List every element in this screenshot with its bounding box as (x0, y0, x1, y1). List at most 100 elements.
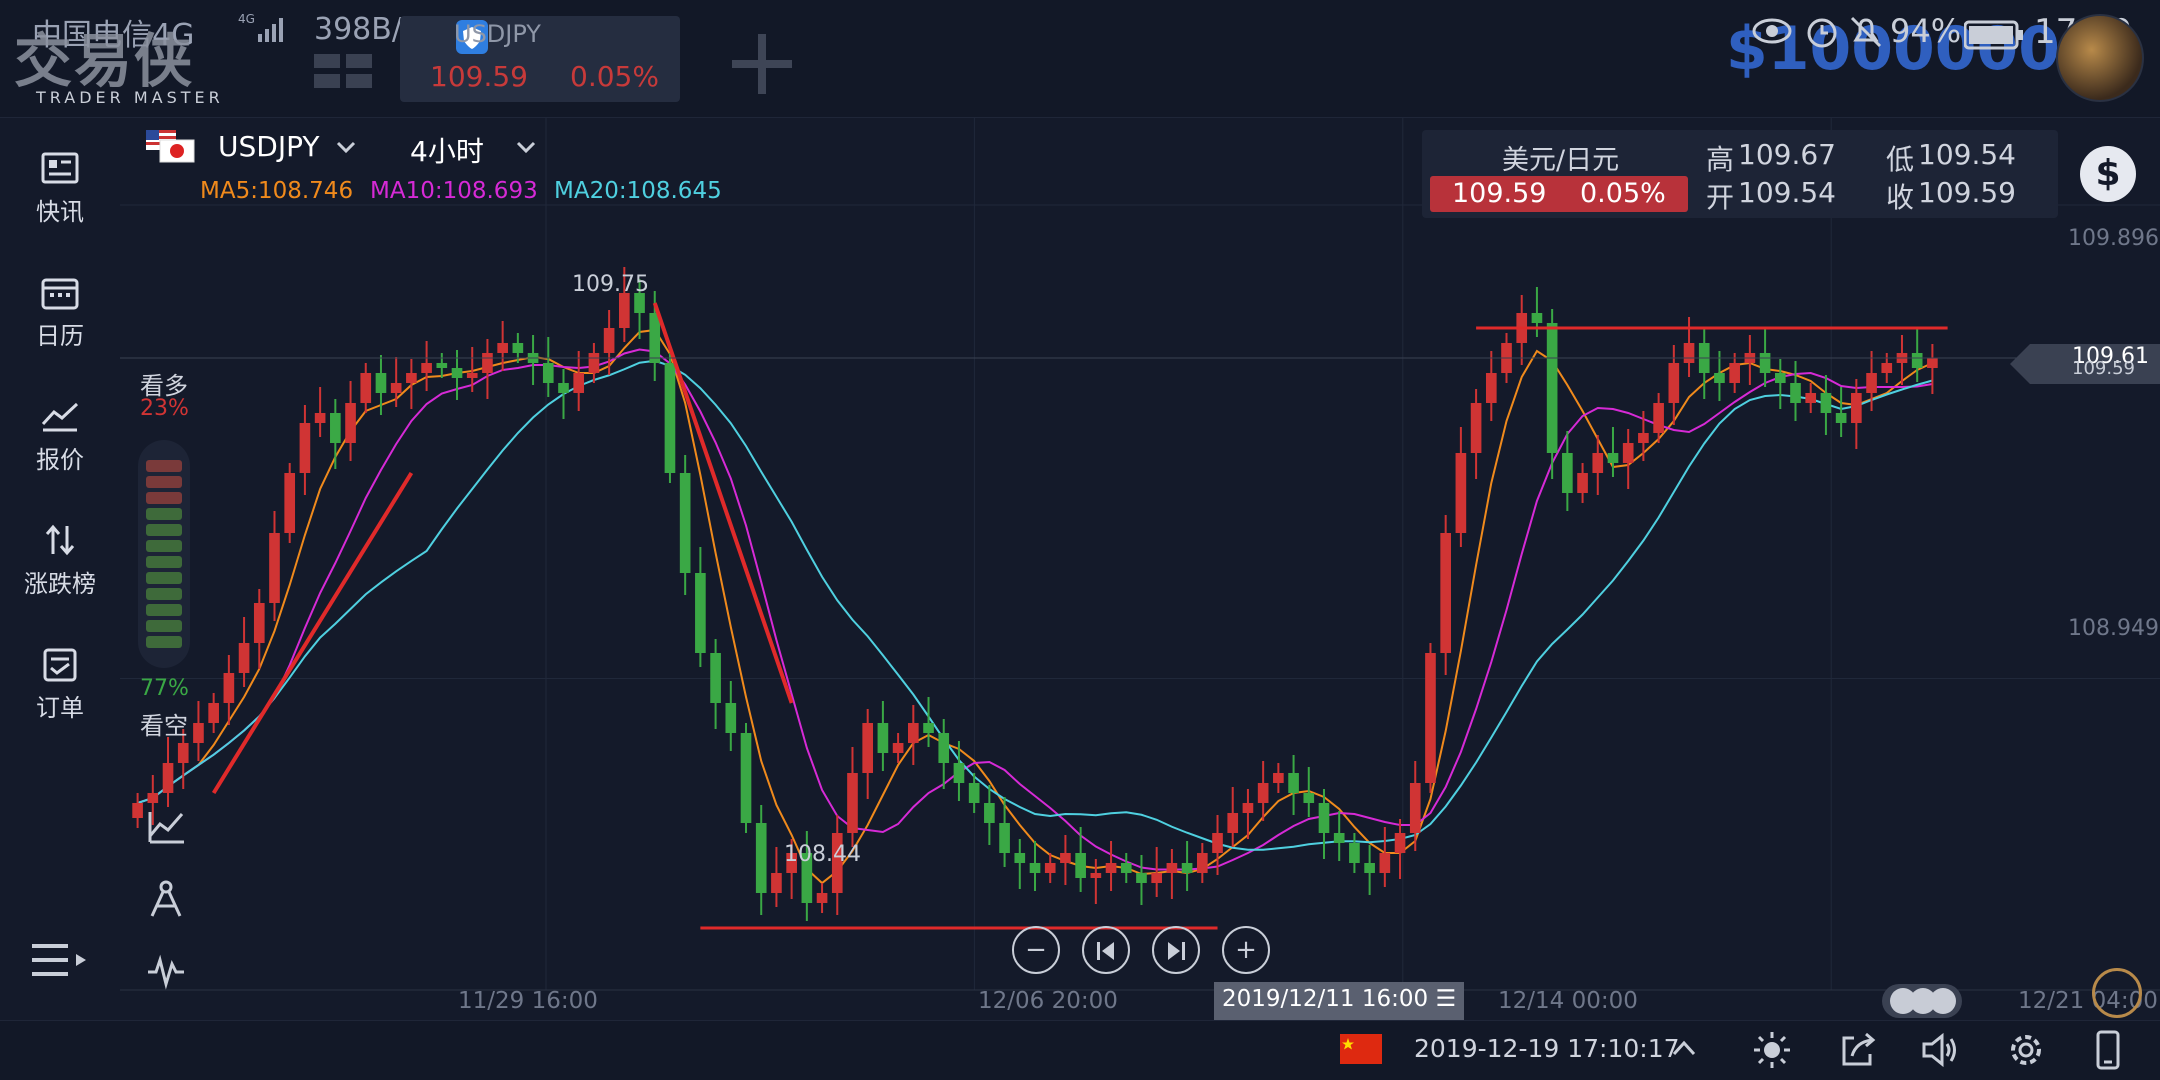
time-tick: 12/06 20:00 (978, 988, 1118, 1014)
candle-body (1303, 793, 1315, 803)
brightness-icon[interactable] (1752, 1030, 1792, 1074)
gauge-segment (146, 636, 182, 648)
candle-body (345, 403, 356, 443)
alarm-icon (1804, 14, 1840, 54)
candle-body (1577, 473, 1588, 493)
candle-body (1394, 833, 1406, 853)
zoom-out-button[interactable]: − (1012, 926, 1060, 974)
battery-icon (1963, 20, 2024, 54)
candle-body (1318, 803, 1330, 833)
candle-body (907, 723, 919, 743)
quote-price: 109.59 (1452, 178, 1547, 209)
candle-body (147, 793, 159, 803)
gauge-segment (146, 460, 182, 472)
candle-body (436, 363, 448, 368)
candle-body (1440, 533, 1451, 653)
gauge-segment (146, 572, 182, 584)
sidebar-item-orders[interactable]: 订单 (0, 632, 120, 742)
open-label: 开 (1706, 181, 1735, 214)
pulse-icon[interactable] (146, 954, 186, 994)
candle-body (1090, 873, 1102, 878)
indicator-icon[interactable] (146, 808, 186, 848)
sidebar-item-label: 快讯 (36, 198, 84, 226)
sidebar-item-quotes[interactable]: 报价 (0, 384, 120, 494)
skip-back-button[interactable] (1082, 926, 1130, 974)
time-tick: 11/29 16:00 (458, 988, 598, 1014)
candle-body (953, 763, 965, 783)
more-dots-icon[interactable] (1882, 984, 1962, 1018)
candle-body (892, 743, 904, 753)
phone-icon[interactable] (2094, 1030, 2122, 1074)
candle-body (603, 328, 615, 353)
candle-body (999, 823, 1010, 853)
share-icon[interactable] (1838, 1030, 1878, 1074)
candle-body (877, 723, 889, 753)
sidebar-item-calendar[interactable]: 日历 (0, 260, 120, 370)
candle-body (1075, 853, 1086, 878)
time-tick: 12/14 00:00 (1498, 988, 1638, 1014)
sidebar-item-label: 涨跌榜 (24, 570, 96, 598)
avatar[interactable] (2056, 14, 2144, 102)
gauge-segment (146, 540, 182, 552)
bottom-bar (0, 1020, 2160, 1080)
candle-body (847, 773, 858, 833)
chevron-up-icon[interactable] (1672, 1040, 1696, 1060)
candle-body (1759, 353, 1771, 373)
chart-area[interactable] (120, 118, 2160, 1020)
dollar-icon[interactable]: $ (2080, 146, 2136, 202)
candle-body (1196, 853, 1208, 873)
settings-icon[interactable] (2006, 1030, 2046, 1074)
updown-icon (45, 524, 75, 556)
chevron-down-icon[interactable] (516, 140, 536, 159)
tab-price: 109.59 (430, 60, 528, 93)
candle-body (1851, 393, 1862, 423)
quote-box: 美元/日元 109.59 0.05% 高 109.67 低 109.54 开 1… (1422, 130, 2058, 218)
candle-body (1409, 783, 1421, 833)
candle-body (984, 803, 995, 823)
candle-body (1485, 373, 1497, 403)
candle-body (1683, 343, 1695, 363)
plus-icon[interactable] (732, 34, 792, 98)
sidebar-item-news[interactable]: 快讯 (0, 136, 120, 246)
candle-body (1835, 413, 1847, 423)
candle-body (482, 353, 493, 373)
current-price-sub: 109.59 (2072, 358, 2135, 379)
candle-body (466, 373, 478, 378)
zoom-in-button[interactable]: + (1222, 926, 1270, 974)
grid-menu-icon[interactable] (314, 54, 374, 92)
menu-icon[interactable] (30, 940, 90, 984)
close-value: 109.59 (1918, 176, 2016, 209)
candle-body (1425, 653, 1436, 783)
candle-body (1333, 833, 1345, 843)
candle-body (558, 383, 569, 393)
chart-symbol[interactable]: USDJPY (218, 130, 319, 163)
candle-body (406, 373, 417, 383)
candle-body (223, 673, 235, 703)
skip-forward-button[interactable] (1152, 926, 1200, 974)
chart-timeframe[interactable]: 4小时 (410, 130, 484, 170)
sidebar-item-ranking[interactable]: 涨跌榜 (0, 508, 120, 618)
candle-body (1136, 873, 1147, 883)
gauge-segment (146, 604, 182, 616)
price-tick: 109.896 (2068, 226, 2159, 251)
candle-body (1379, 853, 1391, 873)
candle-body (1470, 403, 1482, 453)
draw-tool-icon[interactable] (146, 880, 186, 924)
signal-icon (258, 18, 288, 46)
candle-body (1044, 863, 1056, 873)
candle-body (1638, 433, 1649, 443)
chevron-down-icon[interactable] (336, 140, 356, 159)
crosshair-time-label: 2019/12/11 16:00 ☰ (1214, 982, 1465, 1020)
candle-body (238, 643, 250, 673)
gauge-segment (146, 556, 182, 568)
candle-body (1546, 323, 1558, 453)
sound-icon[interactable] (1920, 1030, 1960, 1074)
candle-body (1531, 313, 1543, 323)
candle-body (330, 413, 341, 443)
candle-body (1820, 393, 1832, 413)
symbol-tab[interactable]: USDJPY 109.59 0.05% (400, 16, 680, 102)
candle-body (1774, 373, 1786, 383)
low-value: 109.54 (1918, 138, 2016, 171)
candle-body (1227, 813, 1239, 833)
candlestick-chart[interactable] (120, 118, 2160, 1020)
